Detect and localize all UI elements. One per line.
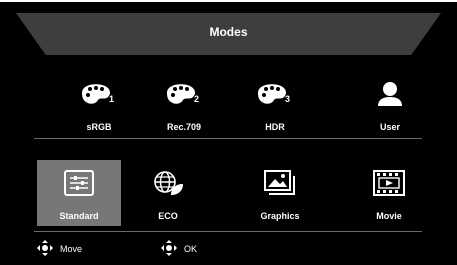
mode-graphics[interactable]: Graphics xyxy=(238,160,322,226)
mode-hdr[interactable]: 3 HDR xyxy=(233,74,317,134)
globe-leaf-icon xyxy=(126,160,210,206)
joystick-icon xyxy=(160,239,178,259)
page-title: Modes xyxy=(209,25,248,39)
palette-icon xyxy=(142,74,226,114)
osd-panel: Modes 1 sRGB 2 Rec.709 3 HDR User Standa… xyxy=(0,2,457,265)
mode-hdr-number: 3 xyxy=(285,94,291,104)
mode-graphics-label: Graphics xyxy=(260,211,300,221)
ok-label: OK xyxy=(184,244,198,254)
mode-srgb-number: 1 xyxy=(109,94,115,104)
mode-eco-label: ECO xyxy=(158,211,178,221)
mode-movie[interactable]: Movie xyxy=(347,160,431,226)
mode-hdr-label: HDR xyxy=(265,122,285,132)
mode-eco[interactable]: ECO xyxy=(126,160,210,226)
mode-movie-label: Movie xyxy=(376,211,402,221)
footer-ok-hint: OK xyxy=(160,237,197,261)
mode-srgb[interactable]: 1 sRGB xyxy=(57,74,141,134)
mode-srgb-label: sRGB xyxy=(86,122,112,132)
joystick-icon xyxy=(36,239,54,259)
mode-user[interactable]: User xyxy=(348,74,432,134)
footer-move-hint: Move xyxy=(36,237,82,261)
mode-user-label: User xyxy=(379,122,400,132)
divider xyxy=(34,231,422,232)
palette-icon xyxy=(57,74,141,114)
mode-rec709[interactable]: 2 Rec.709 xyxy=(142,74,226,134)
move-label: Move xyxy=(60,244,83,254)
divider xyxy=(34,138,422,139)
mode-standard-label: Standard xyxy=(59,211,99,221)
sliders-icon xyxy=(37,160,121,206)
palette-icon xyxy=(233,74,317,114)
user-icon xyxy=(348,74,432,114)
image-icon xyxy=(238,160,322,206)
mode-standard[interactable]: Standard xyxy=(37,160,121,226)
mode-rec709-number: 2 xyxy=(194,94,200,104)
film-icon xyxy=(347,160,431,206)
mode-rec709-label: Rec.709 xyxy=(166,122,202,132)
